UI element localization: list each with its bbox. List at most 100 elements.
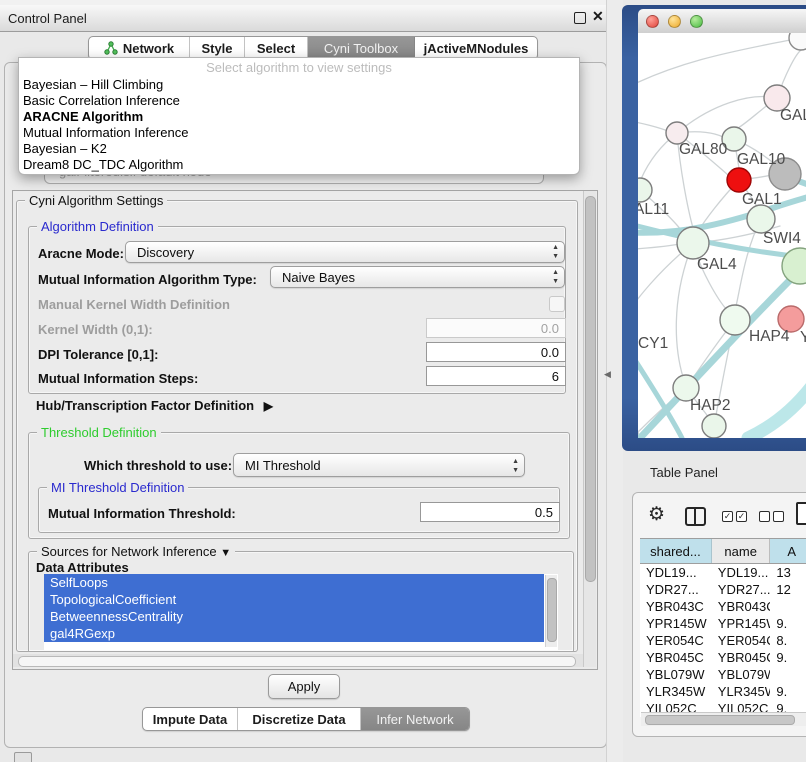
tab-discretize-data[interactable]: Discretize Data [238,708,361,730]
tab-cyni-toolbox[interactable]: Cyni Toolbox [308,37,415,59]
algorithm-option[interactable]: Basic Correlation Inference [19,93,579,109]
panel-splitter[interactable] [606,0,623,762]
algorithm-option[interactable]: Mutual Information Inference [19,125,579,141]
attribute-list-item[interactable]: SelfLoops [44,574,544,591]
network-edge[interactable] [677,97,777,133]
mi-algorithm-type-label: Mutual Information Algorithm Type: [38,272,257,287]
network-node-label: GAL11 [638,201,669,218]
table-cell: YDR27... [712,581,771,598]
table-row[interactable]: YDL19...YDL19...13 [640,564,806,581]
which-threshold-combo[interactable]: MI Threshold ▲▼ [233,453,525,477]
deselect-all-checkbox-icon[interactable] [759,511,770,522]
algorithm-option[interactable]: Bayesian – K2 [19,141,579,157]
network-edge[interactable] [676,243,693,377]
network-node-hap4[interactable] [720,305,750,335]
settings-vertical-scrollbar-thumb[interactable] [585,196,596,582]
mutual-info-threshold-label: Mutual Information Threshold: [48,506,236,521]
algorithm-option[interactable]: ARACNE Algorithm [19,109,579,125]
attributes-scrollbar-thumb[interactable] [547,578,557,642]
network-canvas[interactable]: GALGAL80GAL10GAL1GAL11SWI4GAL4GCY1HAP4YH… [638,33,806,438]
table-row[interactable]: YER054CYER054C8. [640,632,806,649]
network-node[interactable] [789,33,806,50]
network-edge[interactable] [638,120,668,131]
table-column-header[interactable]: A [770,539,806,563]
tab-network-label: Network [123,41,174,56]
table-row[interactable]: YPR145WYPR145W9. [640,615,806,632]
table-row[interactable]: YLR345WYLR345W9. [640,683,806,700]
which-threshold-value: MI Threshold [245,458,321,473]
table-column-header[interactable]: name [712,539,771,563]
collapse-arrow-icon[interactable]: ▼ [220,547,231,559]
zoom-traffic-light-icon[interactable] [690,15,703,28]
data-attributes-list[interactable]: SelfLoopsTopologicalCoefficientBetweenne… [44,574,558,650]
algorithm-option[interactable]: Bayesian – Hill Climbing [19,77,579,93]
network-edge-thick[interactable] [748,386,806,438]
tab-jactivemnodules[interactable]: jActiveMNodules [415,37,537,59]
manual-kernel-checkbox[interactable] [549,296,565,312]
settings-horizontal-scrollbar-thumb[interactable] [18,656,576,667]
mi-steps-field[interactable]: 6 [426,366,566,386]
table-cell: YBR043C [712,598,771,615]
sources-title: Sources for Network Inference [41,544,217,559]
table-cell: YER054C [712,632,771,649]
close-traffic-light-icon[interactable] [646,15,659,28]
kernel-width-value: 0.0 [541,321,559,336]
expand-arrow-icon[interactable]: ▶ [264,399,273,413]
attribute-list-item[interactable]: gal4RGexp [44,625,544,642]
hub-section-toggle[interactable]: Hub/Transcription Factor Definition ▶ [36,398,273,413]
table-cell: YBR045C [712,649,771,666]
attribute-list-item[interactable]: BetweennessCentrality [44,608,544,625]
tab-network[interactable]: Network [89,37,190,59]
network-graph: GALGAL80GAL10GAL1GAL11SWI4GAL4GCY1HAP4YH… [638,33,806,438]
network-edge[interactable] [638,40,790,90]
gear-icon[interactable]: ⚙ [648,503,665,526]
algorithm-option[interactable]: Dream8 DC_TDC Algorithm [19,157,579,173]
table-cell [770,598,806,615]
attribute-list-item[interactable]: TopologicalCoefficient [44,591,544,608]
threshold-definition-title: Threshold Definition [37,425,161,440]
table-row[interactable]: YBR043CYBR043C [640,598,806,615]
dpi-tolerance-field[interactable]: 0.0 [426,342,566,362]
algorithm-dropdown: Select algorithm to view settings Bayesi… [18,57,580,175]
table-column-header[interactable]: shared... [640,539,712,563]
table-cell: YBL079W [712,666,771,683]
mi-steps-label: Mutual Information Steps: [38,371,198,386]
data-attributes-label: Data Attributes [36,560,129,575]
table-row[interactable]: YDR27...YDR27...12 [640,581,806,598]
combo-arrows-icon: ▲▼ [552,243,559,261]
mini-panel-icon[interactable] [14,752,32,762]
tab-style[interactable]: Style [190,37,245,59]
minimize-traffic-light-icon[interactable] [668,15,681,28]
columns-icon[interactable] [685,507,706,526]
network-node-gal4[interactable] [677,227,709,259]
network-node-gal1[interactable] [727,168,751,192]
splitter-collapse-icon[interactable]: ◀ [604,369,611,380]
tab-select[interactable]: Select [245,37,308,59]
kernel-width-field[interactable]: 0.0 [426,318,566,338]
network-node-label: HAP2 [690,397,731,414]
tab-impute-data[interactable]: Impute Data [143,708,238,730]
table-cell: YDL19... [712,564,771,581]
aracne-mode-combo[interactable]: Discovery ▲▼ [125,241,565,263]
select-all-checkbox-icon[interactable]: ✓ [722,511,733,522]
table-horizontal-scrollbar-thumb[interactable] [645,715,795,725]
network-node[interactable] [702,414,726,438]
network-icon [104,41,118,55]
tab-infer-network[interactable]: Infer Network [361,708,469,730]
export-table-icon[interactable] [796,502,806,525]
network-window-titlebar[interactable] [638,9,806,34]
algorithm-dropdown-placeholder: Select algorithm to view settings [19,58,579,77]
float-window-icon[interactable] [574,12,586,24]
close-icon[interactable]: ✕ [592,8,604,25]
table-row[interactable]: YBL079WYBL079W [640,666,806,683]
select-all-checkbox-icon[interactable]: ✓ [736,511,747,522]
mutual-info-threshold-field[interactable]: 0.5 [420,502,560,522]
network-node-swi4[interactable] [747,205,775,233]
network-edge[interactable] [638,244,679,250]
table-row[interactable]: YBR045CYBR045C9. [640,649,806,666]
table-cell: YDR27... [640,581,712,598]
deselect-all-checkbox-icon[interactable] [773,511,784,522]
apply-button[interactable]: Apply [268,674,340,699]
mi-algorithm-type-combo[interactable]: Naive Bayes ▲▼ [270,266,565,288]
control-panel-title: Control Panel [8,11,87,26]
